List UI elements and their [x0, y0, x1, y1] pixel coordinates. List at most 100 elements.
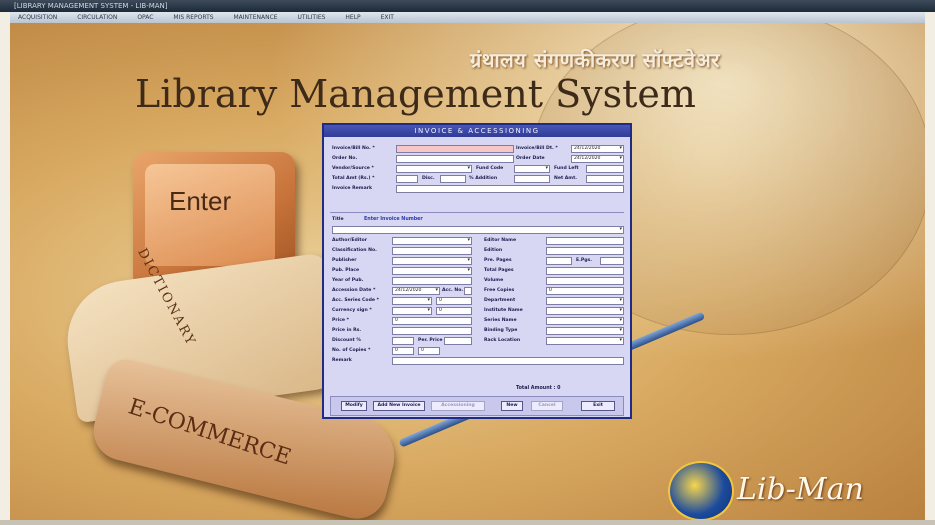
button-bar: Modify Add New Invoice Accessioning New …	[330, 396, 624, 416]
invoice-date-label: Invoice/Bill Dt. *	[516, 146, 558, 151]
year-input[interactable]	[392, 277, 472, 285]
remark-label: Remark	[332, 358, 352, 363]
no-copies-value: 0	[418, 347, 440, 355]
no-copies-input[interactable]: 0	[392, 347, 414, 355]
price-rs-label: Price in Rs.	[332, 328, 362, 333]
publisher-select[interactable]	[392, 257, 472, 265]
classification-label: Classification No.	[332, 248, 377, 253]
series-name-select[interactable]	[546, 317, 624, 325]
invoice-remark-input[interactable]	[396, 185, 624, 193]
vendor-select[interactable]	[396, 165, 472, 173]
edition-input[interactable]	[546, 247, 624, 255]
enter-key-label: Enter	[169, 186, 232, 216]
rack-location-label: Rack Location	[484, 338, 521, 343]
free-copies-label: Free Copies	[484, 288, 515, 293]
invoice-accessioning-dialog: INVOICE & ACCESSIONING Invoice/Bill No. …	[322, 123, 632, 419]
epgs-input[interactable]	[600, 257, 624, 265]
order-date-picker[interactable]: 24/12/2020	[571, 155, 624, 163]
hindi-title: ग्रंथालय संगणकीकरण सॉफ्टवेअर	[470, 48, 720, 72]
order-date-label: Order Date	[516, 156, 545, 161]
total-pages-input[interactable]	[546, 267, 624, 275]
discount-input[interactable]	[392, 337, 414, 345]
total-pages-label: Total Pages	[484, 268, 514, 273]
section-divider	[330, 212, 624, 213]
exit-button[interactable]: Exit	[581, 401, 615, 411]
menu-exit[interactable]: EXIT	[381, 14, 394, 21]
accession-date-picker[interactable]: 24/12/2020	[392, 287, 440, 295]
institute-select[interactable]	[546, 307, 624, 315]
fund-code-select[interactable]	[514, 165, 550, 173]
pub-place-label: Pub. Place	[332, 268, 360, 273]
editor-name-label: Editor Name	[484, 238, 517, 243]
menu-circulation[interactable]: CIRCULATION	[77, 14, 117, 21]
title-label: Title	[332, 217, 344, 222]
binding-type-select[interactable]	[546, 327, 624, 335]
remark-input[interactable]	[392, 357, 624, 365]
net-amt-label: Net Amt.	[554, 176, 578, 181]
menu-opac[interactable]: OPAC	[137, 14, 153, 21]
editor-name-input[interactable]	[546, 237, 624, 245]
add-new-invoice-button[interactable]: Add New Invoice	[373, 401, 425, 411]
menu-help[interactable]: HELP	[345, 14, 360, 21]
fund-code-label: Fund Code	[476, 166, 504, 171]
accession-date-label: Accession Date *	[332, 288, 376, 293]
currency-label: Currency sign *	[332, 308, 372, 313]
accessioning-button[interactable]: Accessioning	[431, 401, 485, 411]
vendor-label: Vendor/Source *	[332, 166, 374, 171]
total-amount-display: Total Amount : 0	[516, 386, 561, 391]
acc-no-label: Acc. No.	[442, 288, 464, 293]
acc-series-label: Acc. Series Code *	[332, 298, 379, 303]
menu-maintenance[interactable]: MAINTENANCE	[234, 14, 278, 21]
acc-series-value: 0	[436, 297, 472, 305]
net-amt-field	[586, 175, 624, 183]
order-no-input[interactable]	[396, 155, 514, 163]
no-copies-label: No. of Copies *	[332, 348, 371, 353]
fund-left-field	[586, 165, 624, 173]
modify-button[interactable]: Modify	[341, 401, 367, 411]
invoice-date-picker[interactable]: 24/12/2020	[571, 145, 624, 153]
pre-pages-label: Pre. Pages	[484, 258, 512, 263]
acc-no-input[interactable]	[464, 287, 472, 295]
year-label: Year of Pub.	[332, 278, 364, 283]
invoice-no-label: Invoice/Bill No. *	[332, 146, 375, 151]
rack-location-select[interactable]	[546, 337, 624, 345]
volume-label: Volume	[484, 278, 504, 283]
pre-pages-input[interactable]	[546, 257, 572, 265]
disc-input[interactable]	[440, 175, 466, 183]
price-rs-field	[392, 327, 472, 335]
invoice-remark-label: Invoice Remark	[332, 186, 373, 191]
menu-acquisition[interactable]: ACQUISITION	[18, 14, 57, 21]
libman-logo-icon	[668, 461, 734, 521]
menu-mis-reports[interactable]: MIS REPORTS	[173, 14, 213, 21]
per-price-label: Per. Price	[418, 338, 443, 343]
cancel-button[interactable]: Cancel	[531, 401, 563, 411]
acc-series-select[interactable]	[392, 297, 432, 305]
main-title: Library Management System	[135, 72, 696, 116]
currency-select[interactable]	[392, 307, 432, 315]
title-hint: Enter Invoice Number	[364, 217, 423, 222]
edition-label: Edition	[484, 248, 503, 253]
volume-input[interactable]	[546, 277, 624, 285]
fund-left-label: Fund Left	[554, 166, 579, 171]
disc-label: Disc.	[422, 176, 435, 181]
window-title: [LIBRARY MANAGEMENT SYSTEM - LIB-MAN]	[14, 2, 168, 10]
pct-addition-label: % Addition	[469, 176, 498, 181]
author-select[interactable]	[392, 237, 472, 245]
free-copies-input[interactable]: 0	[546, 287, 624, 295]
classification-input[interactable]	[392, 247, 472, 255]
binding-type-label: Binding Type	[484, 328, 518, 333]
menu-utilities[interactable]: UTILITIES	[297, 14, 325, 21]
addition-input[interactable]	[514, 175, 550, 183]
window-titlebar: [LIBRARY MANAGEMENT SYSTEM - LIB-MAN]	[0, 0, 935, 12]
status-bar	[0, 520, 935, 525]
title-select[interactable]	[332, 226, 624, 234]
discount-label: Discount %	[332, 338, 361, 343]
price-input[interactable]: 0	[392, 317, 472, 325]
currency-value: 0	[436, 307, 472, 315]
new-button[interactable]: New	[501, 401, 523, 411]
department-select[interactable]	[546, 297, 624, 305]
pub-place-select[interactable]	[392, 267, 472, 275]
invoice-no-input[interactable]	[396, 145, 514, 153]
total-amt-input[interactable]	[396, 175, 418, 183]
logo-text: Lib-Man	[737, 472, 864, 507]
